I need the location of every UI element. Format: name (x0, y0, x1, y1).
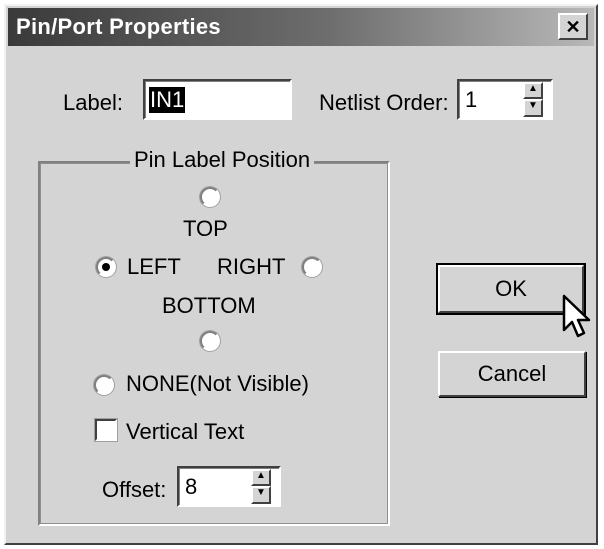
title-bar[interactable]: Pin/Port Properties ✕ (8, 8, 594, 46)
cancel-button[interactable]: Cancel (438, 351, 586, 397)
offset-value: 8 (185, 474, 198, 499)
group-title: Pin Label Position (130, 147, 315, 173)
radio-none-label: NONE(Not Visible) (126, 371, 309, 396)
spin-up-arrow-icon[interactable]: ▲ (523, 82, 543, 99)
radio-top[interactable] (200, 187, 220, 207)
netlist-order-value: 1 (465, 87, 478, 112)
label-input[interactable]: IN1 (143, 79, 292, 120)
ok-button-label: OK (495, 276, 527, 301)
cancel-button-label: Cancel (477, 361, 547, 386)
offset-label: Offset: (102, 477, 167, 502)
close-button[interactable]: ✕ (558, 13, 588, 40)
close-icon: ✕ (565, 17, 581, 37)
spin-down-arrow-icon[interactable]: ▼ (523, 99, 543, 117)
radio-bottom-label: BOTTOM (162, 293, 256, 318)
mouse-pointer-icon (562, 294, 591, 338)
offset-spinner[interactable]: ▲ ▼ (251, 469, 271, 504)
radio-bottom[interactable] (200, 331, 220, 351)
vertical-text-label: Vertical Text (126, 419, 245, 444)
radio-none[interactable] (94, 375, 114, 395)
dialog-title: Pin/Port Properties (16, 14, 221, 39)
radio-left-label: LEFT (127, 254, 181, 279)
spin-up-arrow-icon[interactable]: ▲ (251, 469, 271, 486)
radio-right-label: RIGHT (217, 254, 286, 279)
netlist-order-spinner[interactable]: ▲ ▼ (523, 82, 543, 117)
radio-right[interactable] (302, 257, 322, 277)
pin-port-properties-dialog: Pin/Port Properties ✕ Label: IN1 Netlist… (4, 4, 598, 545)
label-input-value: IN1 (149, 87, 186, 113)
spin-down-arrow-icon[interactable]: ▼ (251, 486, 271, 504)
radio-selected-dot (102, 263, 110, 271)
label-field-label: Label: (63, 90, 123, 115)
vertical-text-checkbox[interactable] (95, 419, 117, 441)
radio-top-label: TOP (183, 216, 228, 241)
radio-left[interactable] (96, 257, 116, 277)
netlist-order-label: Netlist Order: (319, 90, 449, 115)
